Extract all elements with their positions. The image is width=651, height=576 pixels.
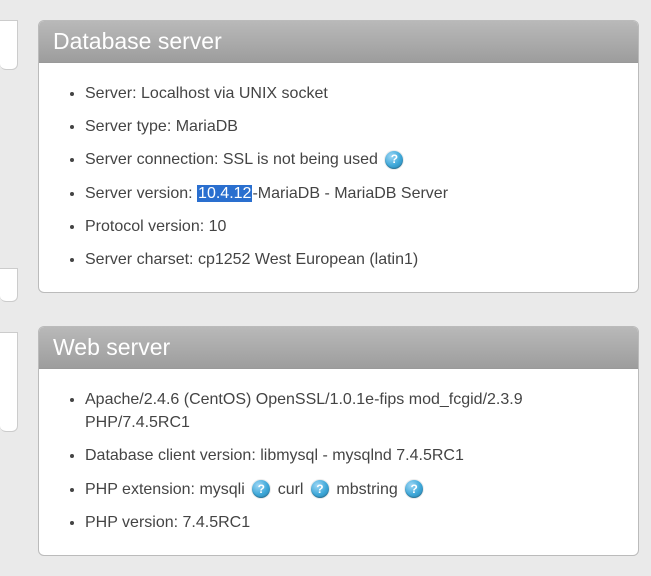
label: Server connection: xyxy=(85,151,218,168)
panel-body: Apache/2.4.6 (CentOS) OpenSSL/1.0.1e-fip… xyxy=(39,369,638,555)
help-icon[interactable]: ? xyxy=(311,480,329,498)
value: Apache/2.4.6 (CentOS) OpenSSL/1.0.1e-fip… xyxy=(85,391,523,431)
label: Database client version: xyxy=(85,447,256,464)
list-item: Protocol version: 10 xyxy=(85,210,620,243)
list-item: Apache/2.4.6 (CentOS) OpenSSL/1.0.1e-fip… xyxy=(85,383,620,439)
list-item: PHP version: 7.4.5RC1 xyxy=(85,506,620,539)
label: Protocol version: xyxy=(85,218,204,235)
value: Localhost via UNIX socket xyxy=(141,85,328,102)
label: Server: xyxy=(85,85,137,102)
panel-title: Web server xyxy=(39,327,638,369)
highlighted-text: 10.4.12 xyxy=(197,185,252,202)
value: cp1252 West European (latin1) xyxy=(198,251,418,268)
panel-title: Database server xyxy=(39,21,638,63)
value: curl xyxy=(278,481,304,498)
list-item: Server connection: SSL is not being used… xyxy=(85,143,620,176)
label: PHP extension: xyxy=(85,481,195,498)
value: MariaDB xyxy=(176,118,238,135)
value: 10 xyxy=(209,218,227,235)
value: -MariaDB - MariaDB Server xyxy=(252,185,448,202)
help-icon[interactable]: ? xyxy=(252,480,270,498)
label: PHP version: xyxy=(85,514,178,531)
list-item: Server version: 10.4.12-MariaDB - MariaD… xyxy=(85,177,620,210)
list-item: PHP extension: mysqli ? curl ? mbstring … xyxy=(85,473,620,506)
value: mbstring xyxy=(336,481,397,498)
database-server-panel: Database server Server: Localhost via UN… xyxy=(38,20,639,293)
value: 7.4.5RC1 xyxy=(183,514,251,531)
list-item: Server type: MariaDB xyxy=(85,110,620,143)
label: Server type: xyxy=(85,118,171,135)
value: SSL is not being used xyxy=(223,151,378,168)
adjacent-panel-stub xyxy=(0,332,18,432)
web-server-panel: Web server Apache/2.4.6 (CentOS) OpenSSL… xyxy=(38,326,639,556)
list-item: Database client version: libmysql - mysq… xyxy=(85,439,620,472)
help-icon[interactable]: ? xyxy=(405,480,423,498)
list-item: Server charset: cp1252 West European (la… xyxy=(85,243,620,276)
label: Server charset: xyxy=(85,251,193,268)
adjacent-panel-stub xyxy=(0,268,18,302)
panel-body: Server: Localhost via UNIX socket Server… xyxy=(39,63,638,292)
list-item: Server: Localhost via UNIX socket xyxy=(85,77,620,110)
help-icon[interactable]: ? xyxy=(385,151,403,169)
value: libmysql - mysqlnd 7.4.5RC1 xyxy=(260,447,464,464)
value: mysqli xyxy=(199,481,244,498)
label: Server version: xyxy=(85,185,193,202)
adjacent-panel-stub xyxy=(0,20,18,70)
